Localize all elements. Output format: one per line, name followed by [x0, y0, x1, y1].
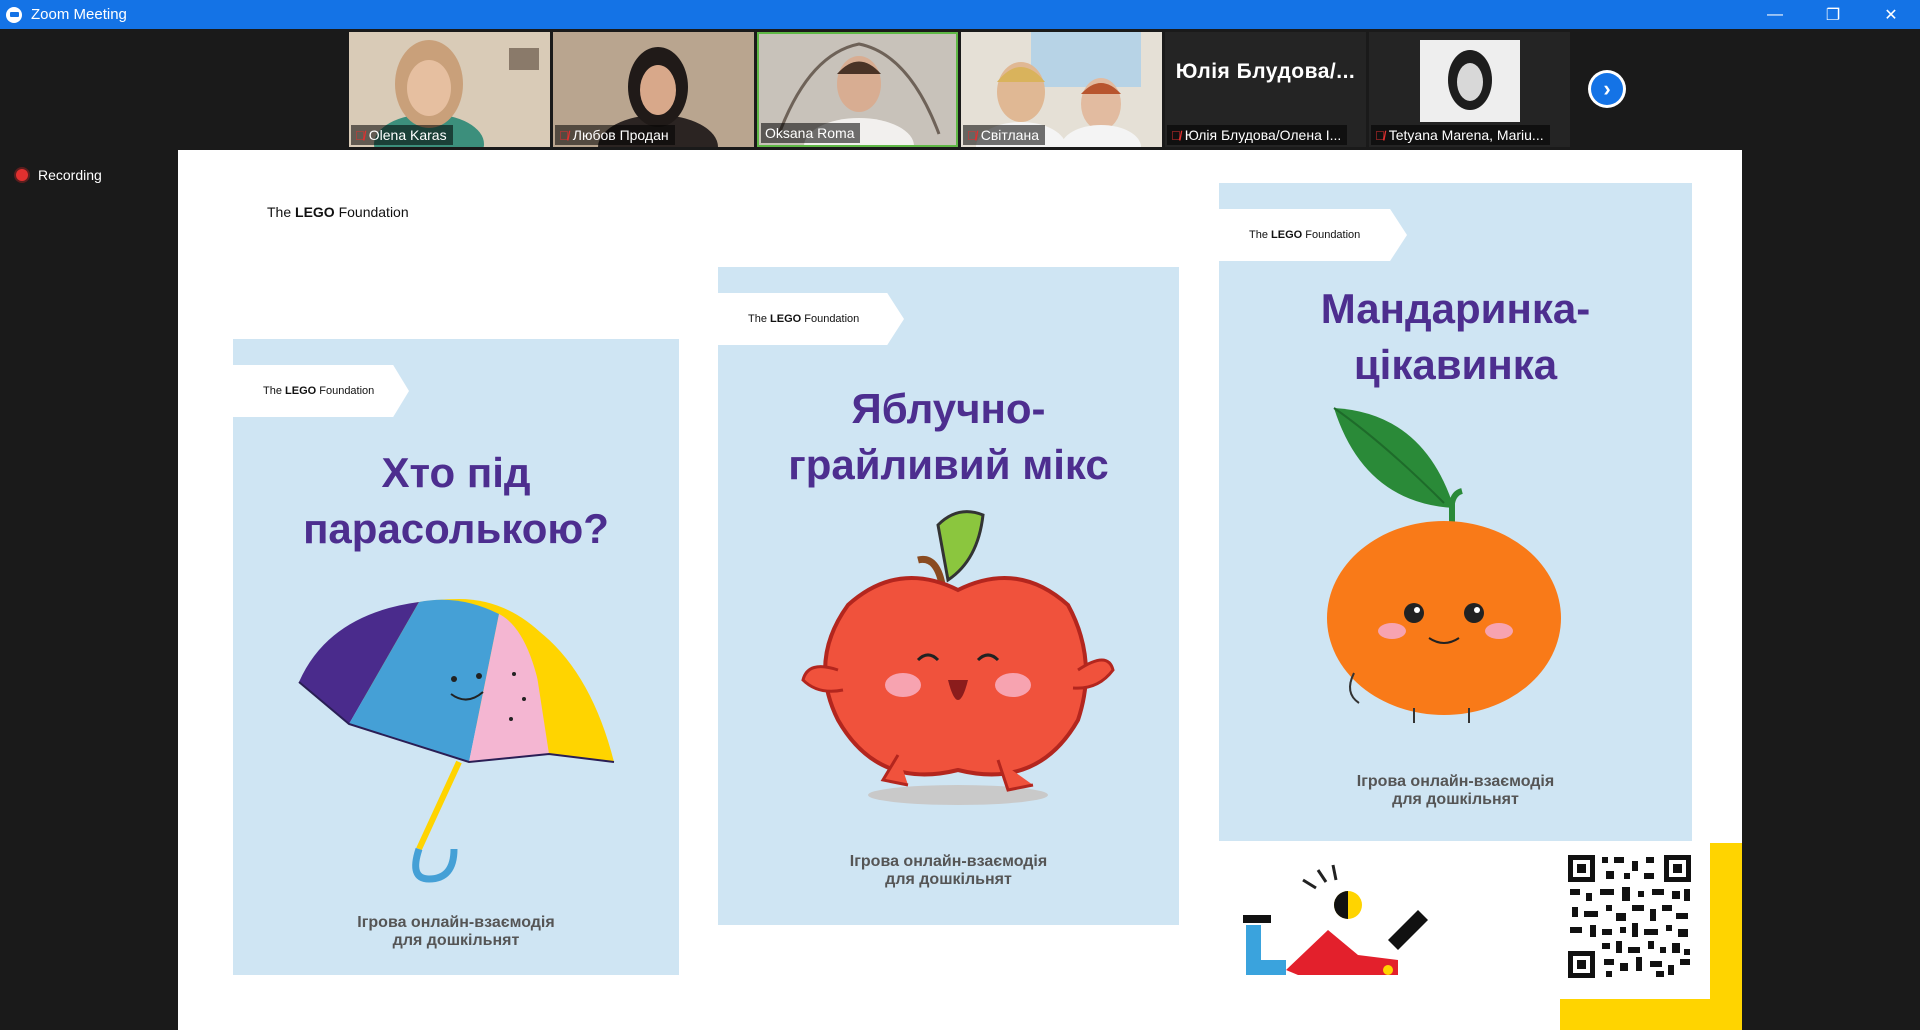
mic-muted-icon: 🎙̸ — [1171, 127, 1181, 143]
recording-indicator[interactable]: Recording — [16, 167, 102, 183]
restore-button[interactable]: ❐ — [1804, 0, 1862, 29]
participant-video-active-speaker[interactable]: Oksana Roma — [757, 32, 958, 147]
card-title: Мандаринка- цікавинка — [1320, 285, 1591, 388]
shared-screen-slide: The LEGO Foundation The LEGO Foundation … — [178, 150, 1742, 1030]
umbrella-illustration — [298, 599, 615, 883]
tangerine-card: The LEGO Foundation Мандаринка- цікавинк… — [1219, 183, 1692, 841]
participant-name: Світлана — [980, 127, 1039, 143]
recording-dot-icon — [16, 169, 28, 181]
participant-name: Oksana Roma — [765, 125, 855, 141]
lego-foundation-logo: The LEGO Foundation — [748, 313, 860, 325]
card-logo-ribbon: The LEGO Foundation — [1219, 209, 1407, 261]
participant-video[interactable]: 🎙̸ Olena Karas — [349, 32, 550, 147]
participant-name: Юлія Блудова/Олена І... — [1184, 127, 1342, 143]
participant-strip: 🎙̸ Olena Karas 🎙̸ Любов Продан Oksana Ro… — [349, 32, 1570, 147]
mic-muted-icon: 🎙̸ — [355, 127, 365, 143]
title-bar: Zoom Meeting — ❐ ✕ — [0, 0, 1920, 29]
umbrella-card: The LEGO Foundation Хто під парасолькою?… — [233, 339, 679, 975]
card-logo-ribbon: The LEGO Foundation — [233, 365, 409, 417]
apple-card: The LEGO Foundation Яблучно- грайливий м… — [718, 267, 1179, 925]
tangerine-illustration — [1327, 407, 1561, 723]
card-subtitle: Ігрова онлайн-взаємодія для дошкільнят — [849, 853, 1048, 888]
participant-nameplate: Oksana Roma — [761, 123, 861, 143]
recording-label: Recording — [38, 167, 102, 183]
lego-foundation-logo: The LEGO Foundation — [263, 385, 375, 397]
lego-foundation-logo: The LEGO Foundation — [267, 204, 409, 220]
participant-nameplate: 🎙̸ Юлія Блудова/Олена І... — [1167, 125, 1348, 145]
participant-nameplate: 🎙̸ Світлана — [963, 125, 1045, 145]
mic-muted-icon: 🎙̸ — [967, 127, 977, 143]
close-button[interactable]: ✕ — [1862, 0, 1920, 29]
participant-nameplate: 🎙̸ Tetyana Marena, Mariu... — [1371, 125, 1550, 145]
card-subtitle: Ігрова онлайн-взаємодія для дошкільнят — [357, 914, 555, 949]
participant-name: Olena Karas — [368, 127, 447, 143]
card-subtitle: Ігрова онлайн-взаємодія для дошкільнят — [1356, 773, 1555, 808]
window-title: Zoom Meeting — [31, 6, 127, 23]
mic-muted-icon: 🎙̸ — [559, 127, 569, 143]
zoom-logo-icon — [6, 6, 22, 23]
participant-name: Tetyana Marena, Mariu... — [1388, 127, 1544, 143]
card-logo-ribbon: The LEGO Foundation — [718, 293, 904, 345]
participant-name: Любов Продан — [572, 127, 669, 143]
yellow-corner-frame — [1560, 843, 1742, 1030]
chevron-right-icon: › — [1591, 73, 1623, 105]
apple-illustration — [801, 510, 1115, 805]
play-figure-illustration — [1243, 864, 1428, 975]
participant-video-off[interactable]: Юлія Блудова/... 🎙̸ Юлія Блудова/Олена І… — [1165, 32, 1366, 147]
participant-video[interactable]: 🎙̸ Світлана — [961, 32, 1162, 147]
next-participants-button[interactable]: › — [1588, 70, 1626, 108]
participant-video[interactable]: 🎙̸ Любов Продан — [553, 32, 754, 147]
mic-muted-icon: 🎙̸ — [1375, 127, 1385, 143]
participant-display-name: Юлія Блудова/... — [1175, 60, 1356, 83]
participant-video[interactable]: 🎙̸ Tetyana Marena, Mariu... — [1369, 32, 1570, 147]
participant-nameplate: 🎙̸ Olena Karas — [351, 125, 453, 145]
minimize-button[interactable]: — — [1746, 0, 1804, 29]
card-title: Яблучно- грайливий мікс — [788, 385, 1109, 488]
participant-nameplate: 🎙̸ Любов Продан — [555, 125, 675, 145]
card-title: Хто під парасолькою? — [303, 449, 609, 552]
lego-foundation-logo: The LEGO Foundation — [1249, 229, 1361, 241]
